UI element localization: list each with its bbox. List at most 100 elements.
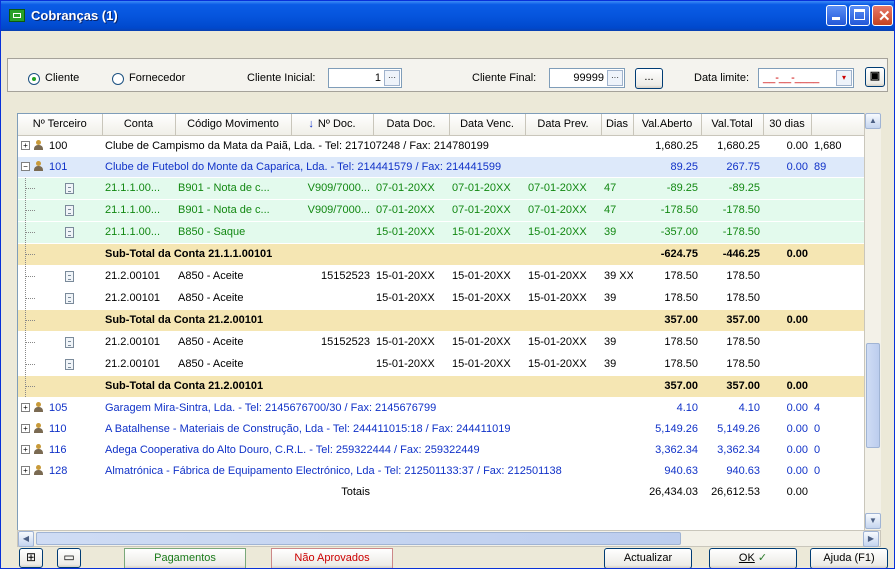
val-aberto-cell: 178.50 [633,265,701,288]
cobrancas-grid[interactable]: Nº Terceiro Conta Código Movimento ↓ Nº Doc.… [17,113,881,531]
expand-icon[interactable]: + [21,141,30,151]
column-header-label: Dias [605,118,628,131]
movement-row[interactable]: 21.2.00101 A850 - Aceite 15152523 15-01-20X… [18,265,880,288]
bottom-toolbar: ⊞ ▭ Pagamentos Não Aprovados Actualizar … [1,547,894,568]
val-aberto-cell: 178.50 [633,287,701,310]
sort-icon[interactable]: ↓ [308,118,314,130]
movement-row[interactable]: 21.2.00101 A850 - Aceite 15-01-20XX 15-01-2… [18,353,880,376]
total-total-cell: 26,612.53 [701,480,763,503]
data-venc-cell: 15-01-20XX [449,265,525,288]
tree-line-icon [25,177,37,198]
more-button[interactable]: ... [635,68,663,89]
collapse-icon[interactable]: − [21,162,30,172]
terceiro-row[interactable]: − 101 Clube de Futebol do Monte da Caparic… [18,156,880,178]
subtotal-label-cell: Sub-Total da Conta 21.2.00101 [102,309,633,332]
expand-icon[interactable]: + [21,466,30,476]
val-aberto-cell: 357.00 [633,309,701,332]
val-total-cell: 357.00 [701,309,763,332]
terceiro-row[interactable]: +105 Garagem Mira-Sintra, Lda. - Tel: 214… [18,397,880,419]
window-view-button[interactable]: ▭ [57,548,81,568]
val-aberto-cell: 178.50 [633,331,701,354]
scroll-right-icon[interactable]: ▶ [863,531,879,547]
maximize-button[interactable] [849,5,870,26]
movement-row[interactable]: 21.1.1.00... B850 - Saque 15-01-20XX 15-01-… [18,221,880,244]
codigo-movimento-cell: A850 - Aceite [175,331,291,354]
horizontal-scroll-thumb[interactable] [36,532,681,545]
movement-row[interactable]: 21.2.00101 A850 - Aceite 15152523 15-01-20X… [18,331,880,354]
column-header[interactable]: Data Doc. [373,114,450,136]
terceiro-number-cell: − 101 [18,156,102,178]
vertical-scroll-thumb[interactable] [866,343,880,448]
num-doc-cell [291,353,373,376]
cliente-inicial-input[interactable]: 1 ··· [328,68,402,88]
cliente-final-input[interactable]: 99999 ··· [549,68,625,88]
terceiro-number: 105 [49,401,68,414]
column-header[interactable]: Data Prev. [525,114,602,136]
tree-cell [18,243,102,266]
lookup-icon[interactable]: ··· [607,70,623,86]
terceiro-row[interactable]: +128 Almatrónica - Fábrica de Equipamento… [18,460,880,482]
horizontal-scrollbar[interactable]: ◀ ▶ [17,530,881,547]
radio-fornecedor[interactable] [112,73,124,85]
nao-aprovados-button[interactable]: Não Aprovados [271,548,393,568]
expand-icon[interactable]: + [21,403,30,413]
movement-row[interactable]: 21.1.1.00... B901 - Nota de c... V909/7000… [18,199,880,222]
cliente-final-label: Cliente Final: [472,72,537,84]
val-total-cell: -178.50 [701,221,763,244]
terceiro-row[interactable]: +116 Adega Cooperativa do Alto Douro, C.R… [18,439,880,461]
ajuda-button[interactable]: Ajuda (F1) [810,548,888,568]
cliente-final-value: 99999 [573,72,604,84]
calendar-dropdown-icon[interactable]: ▾ [836,70,852,86]
data-prev-cell: 15-01-20XX [525,331,601,354]
d30-cell: 0.00 [763,375,811,398]
val-aberto-cell: 89.25 [633,156,701,178]
radio-cliente[interactable] [28,73,40,85]
close-button[interactable]: ✕ [872,5,893,26]
pagamentos-button[interactable]: Pagamentos [124,548,246,568]
title-bar[interactable]: Cobranças (1) ✕ [1,1,894,31]
column-header[interactable]: Conta [102,114,176,136]
terceiro-row[interactable]: +110 A Batalhense - Materiais de Construç… [18,418,880,440]
column-header[interactable]: ↓ Nº Doc. [291,114,374,136]
movement-row[interactable]: 21.1.1.00... B901 - Nota de c... V909/7000… [18,177,880,200]
column-header[interactable]: 30 dias [763,114,812,136]
tree-toggle-button[interactable]: ⊞ [19,548,43,568]
movement-row[interactable]: 21.2.00101 A850 - Aceite 15-01-20XX 15-01-2… [18,287,880,310]
column-header[interactable]: Val.Aberto [633,114,702,136]
column-header[interactable]: Data Venc. [449,114,526,136]
terceiro-name-cell: Adega Cooperativa do Alto Douro, C.R.L. … [102,439,633,461]
customer-icon [34,140,43,151]
subtotal-row[interactable]: Sub-Total da Conta 21.1.1.00101 -624.75 -4… [18,243,880,266]
data-prev-cell: 07-01-20XX [525,199,601,222]
column-header-label: Data Venc. [460,118,514,131]
terceiro-number: 100 [49,139,68,152]
subtotal-row[interactable]: Sub-Total da Conta 21.2.00101 357.00 357.0… [18,309,880,332]
expand-icon[interactable]: + [21,424,30,434]
num-doc-cell: 15152523 [291,265,373,288]
actualizar-button[interactable]: Actualizar [604,548,692,568]
column-header[interactable]: Val.Total [701,114,764,136]
column-header-label: Código Movimento [187,118,279,131]
d30-cell [763,177,811,200]
document-icon [65,358,74,370]
calendar-button[interactable]: ▣ [865,67,885,87]
scroll-down-icon[interactable]: ▼ [865,513,881,529]
minimize-button[interactable] [826,5,847,26]
ok-button[interactable]: OK ✓ [709,548,797,568]
scroll-left-icon[interactable]: ◀ [18,531,34,547]
column-header[interactable]: Dias [601,114,634,136]
expand-icon[interactable]: + [21,445,30,455]
column-header[interactable]: Código Movimento [175,114,292,136]
data-limite-input[interactable]: __-__-____ ▾ [758,68,854,88]
vertical-scrollbar[interactable]: ▲ ▼ [864,113,881,530]
totals-label-cell: Totais [291,480,373,503]
terceiro-row[interactable]: +100 Clube de Campismo da Mata da Paiã, L… [18,135,880,157]
tree-line-icon [25,243,37,264]
lookup-icon[interactable]: ··· [384,70,400,86]
conta-cell: 21.2.00101 [102,331,175,354]
dias-cell: 39 [601,221,633,244]
scroll-up-icon[interactable]: ▲ [865,113,881,129]
cobrancas-window: Cobranças (1) ✕ Cliente Fornecedor Clien… [0,0,895,569]
column-header[interactable]: Nº Terceiro [18,114,103,136]
subtotal-row[interactable]: Sub-Total da Conta 21.2.00101 357.00 357.0… [18,375,880,398]
